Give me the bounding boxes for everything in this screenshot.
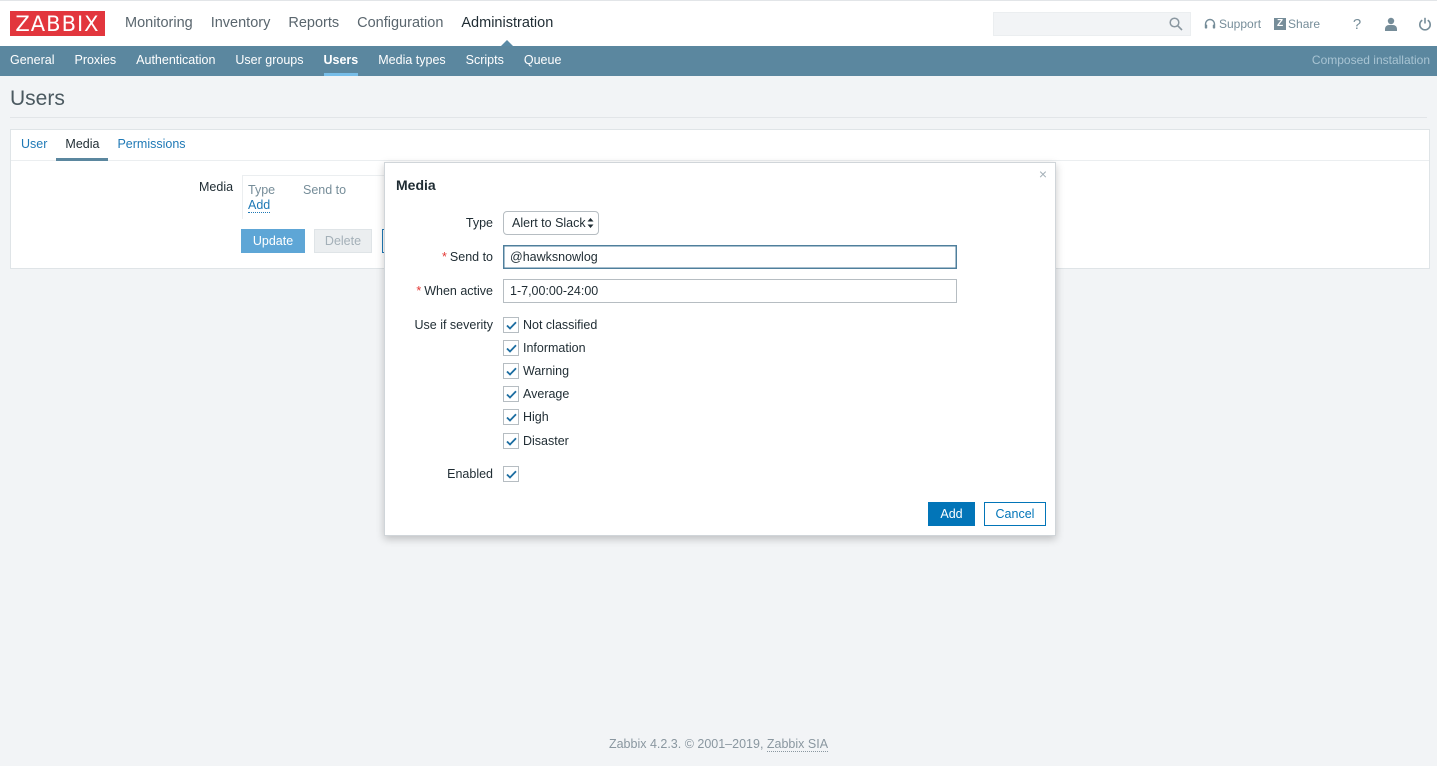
severity-average-checkbox[interactable] [503,386,519,402]
search-input[interactable] [993,12,1191,36]
media-table-header-type: Type [248,183,276,197]
menu-inventory[interactable]: Inventory [202,1,280,47]
media-field-label: Media [199,180,234,194]
delete-button: Delete [314,229,372,253]
severity-information-checkbox[interactable] [503,340,519,356]
add-button[interactable]: Add [928,502,975,526]
severity-label: Disaster [523,434,569,448]
menu-administration[interactable]: Administration [452,1,562,47]
severity-average: Average [503,386,569,402]
severity-label: Warning [523,364,570,378]
severity-label: Use if severity [385,318,494,332]
form-tabs: User Media Permissions [11,130,1429,161]
update-button[interactable]: Update [241,229,305,253]
type-select-value: Alert to Slack [512,216,586,230]
share-link[interactable]: Z Share [1274,17,1320,31]
enabled-label-text: Enabled [447,467,493,481]
help-icon[interactable]: ? [1347,14,1367,34]
user-profile-icon[interactable] [1381,14,1401,34]
severity-label: High [523,410,549,424]
zabbix-logo[interactable]: ZABBIX [10,11,105,36]
support-label: Support [1219,17,1262,31]
close-icon[interactable]: × [1037,167,1049,181]
media-table-header-send-to: Send to [303,183,347,197]
footer-zabbix-link[interactable]: Zabbix SIA [766,737,829,752]
severity-high-checkbox[interactable] [503,409,519,425]
menu-configuration[interactable]: Configuration [348,1,452,47]
checkmark-icon [505,470,517,479]
page-title: Users [10,87,65,110]
tab-user[interactable]: User [12,130,56,160]
checkmark-icon [505,344,517,353]
subnav-authentication[interactable]: Authentication [126,46,225,76]
when-active-label-text: When active [424,284,493,298]
type-select[interactable]: Alert to Slack [503,211,599,235]
severity-not-classified-checkbox[interactable] [503,317,519,333]
send-to-label-text: Send to [449,250,493,264]
top-bar: ZABBIX Monitoring Inventory Reports Conf… [0,0,1437,47]
severity-disaster-checkbox[interactable] [503,433,519,449]
menu-monitoring[interactable]: Monitoring [116,1,202,47]
tab-media[interactable]: Media [56,130,109,161]
severity-warning: Warning [503,363,569,379]
title-divider [10,117,1427,118]
subnav-proxies[interactable]: Proxies [64,46,126,76]
enabled-checkbox[interactable] [503,466,519,482]
signout-power-icon[interactable] [1415,14,1435,34]
menu-reports[interactable]: Reports [279,1,348,47]
share-label: Share [1288,17,1321,31]
send-to-label: * Send to [385,250,493,264]
when-active-input[interactable] [503,279,957,303]
severity-high: High [503,409,549,425]
tab-permissions[interactable]: Permissions [108,130,194,160]
subnav-user-groups[interactable]: User groups [225,46,313,76]
subnav-general[interactable]: General [0,46,64,76]
checkmark-icon [505,321,517,330]
subnav-media-types[interactable]: Media types [368,46,455,76]
share-icon: Z [1274,18,1287,30]
subnav-queue[interactable]: Queue [514,46,572,76]
checkmark-icon [505,367,517,376]
severity-label: Average [523,387,570,401]
severity-warning-checkbox[interactable] [503,363,519,379]
cancel-button[interactable]: Cancel [984,502,1046,526]
severity-label: Information [523,341,586,355]
when-active-label: * When active [385,284,493,298]
footer-text: Zabbix 4.2.3. © 2001–2019, [608,737,767,751]
enabled-row [503,466,519,482]
installation-label: Composed installation [1311,53,1430,67]
footer: Zabbix 4.2.3. © 2001–2019, Zabbix SIA [0,737,1437,752]
checkmark-icon [505,437,517,446]
severity-label: Not classified [523,318,598,332]
type-label: Type [385,216,493,230]
checkmark-icon [505,390,517,399]
enabled-label: Enabled [385,467,493,481]
severity-not-classified: Not classified [503,317,597,333]
subnav-scripts[interactable]: Scripts [456,46,514,76]
required-mark: * [416,284,422,298]
select-arrows-icon [587,218,594,228]
checkmark-icon [505,413,517,422]
severity-disaster: Disaster [503,433,569,449]
severity-information: Information [503,340,586,356]
main-menu: Monitoring Inventory Reports Configurati… [116,1,562,47]
media-add-link[interactable]: Add [248,199,271,213]
headset-icon [1204,18,1216,29]
subnav-users[interactable]: Users [314,46,369,76]
media-dialog: Media × Type Alert to Slack *Send to *Wh… [384,162,1056,536]
type-label-text: Type [465,216,493,230]
media-table: Type Send to Add [242,175,392,219]
send-to-input[interactable] [503,245,957,269]
search-icon[interactable] [1169,17,1183,31]
top-links: Support Z Share ? [1204,13,1435,35]
severity-label-text: Use if severity [414,318,494,332]
admin-subnav: General Proxies Authentication User grou… [0,46,1437,76]
support-link[interactable]: Support [1204,17,1261,31]
required-mark: * [442,250,447,264]
dialog-title: Media [396,177,436,193]
